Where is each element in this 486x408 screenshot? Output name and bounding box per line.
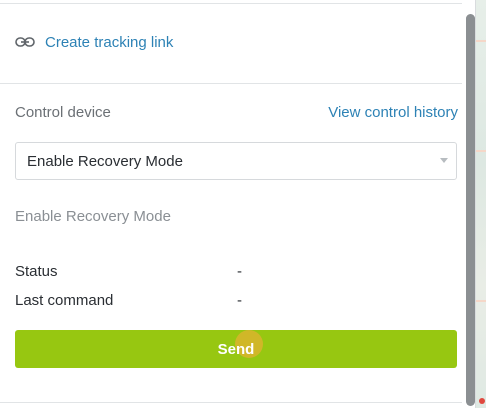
control-header: Control device View control history — [15, 100, 458, 124]
viewport: Create tracking link Control device View… — [0, 0, 486, 408]
status-value: - — [237, 262, 242, 280]
command-select-value: Enable Recovery Mode — [27, 152, 183, 170]
divider — [0, 83, 462, 84]
last-command-value: - — [237, 291, 242, 309]
divider — [0, 3, 462, 4]
send-button[interactable]: Send — [15, 330, 457, 368]
map-strip[interactable] — [476, 0, 486, 408]
last-command-label: Last command — [15, 291, 114, 309]
control-device-label: Control device — [15, 103, 111, 121]
status-row: Status - — [15, 261, 242, 281]
divider — [0, 402, 462, 403]
create-tracking-link[interactable]: Create tracking link — [15, 28, 173, 56]
command-select[interactable]: Enable Recovery Mode — [15, 142, 457, 180]
scrollbar-thumb[interactable] — [466, 14, 475, 406]
map-road — [476, 300, 486, 302]
map-pin-icon — [479, 398, 485, 404]
chevron-down-icon — [440, 158, 448, 163]
create-tracking-link-label[interactable]: Create tracking link — [45, 34, 173, 51]
map-road — [476, 40, 486, 42]
scrollbar[interactable] — [466, 14, 475, 406]
link-icon — [15, 37, 35, 47]
last-command-row: Last command - — [15, 290, 242, 310]
view-control-history-link[interactable]: View control history — [328, 104, 458, 121]
send-button-label: Send — [217, 340, 255, 358]
device-control-panel: Create tracking link Control device View… — [0, 0, 476, 408]
status-label: Status — [15, 262, 58, 280]
map-road — [476, 150, 486, 152]
command-description: Enable Recovery Mode — [15, 208, 171, 225]
